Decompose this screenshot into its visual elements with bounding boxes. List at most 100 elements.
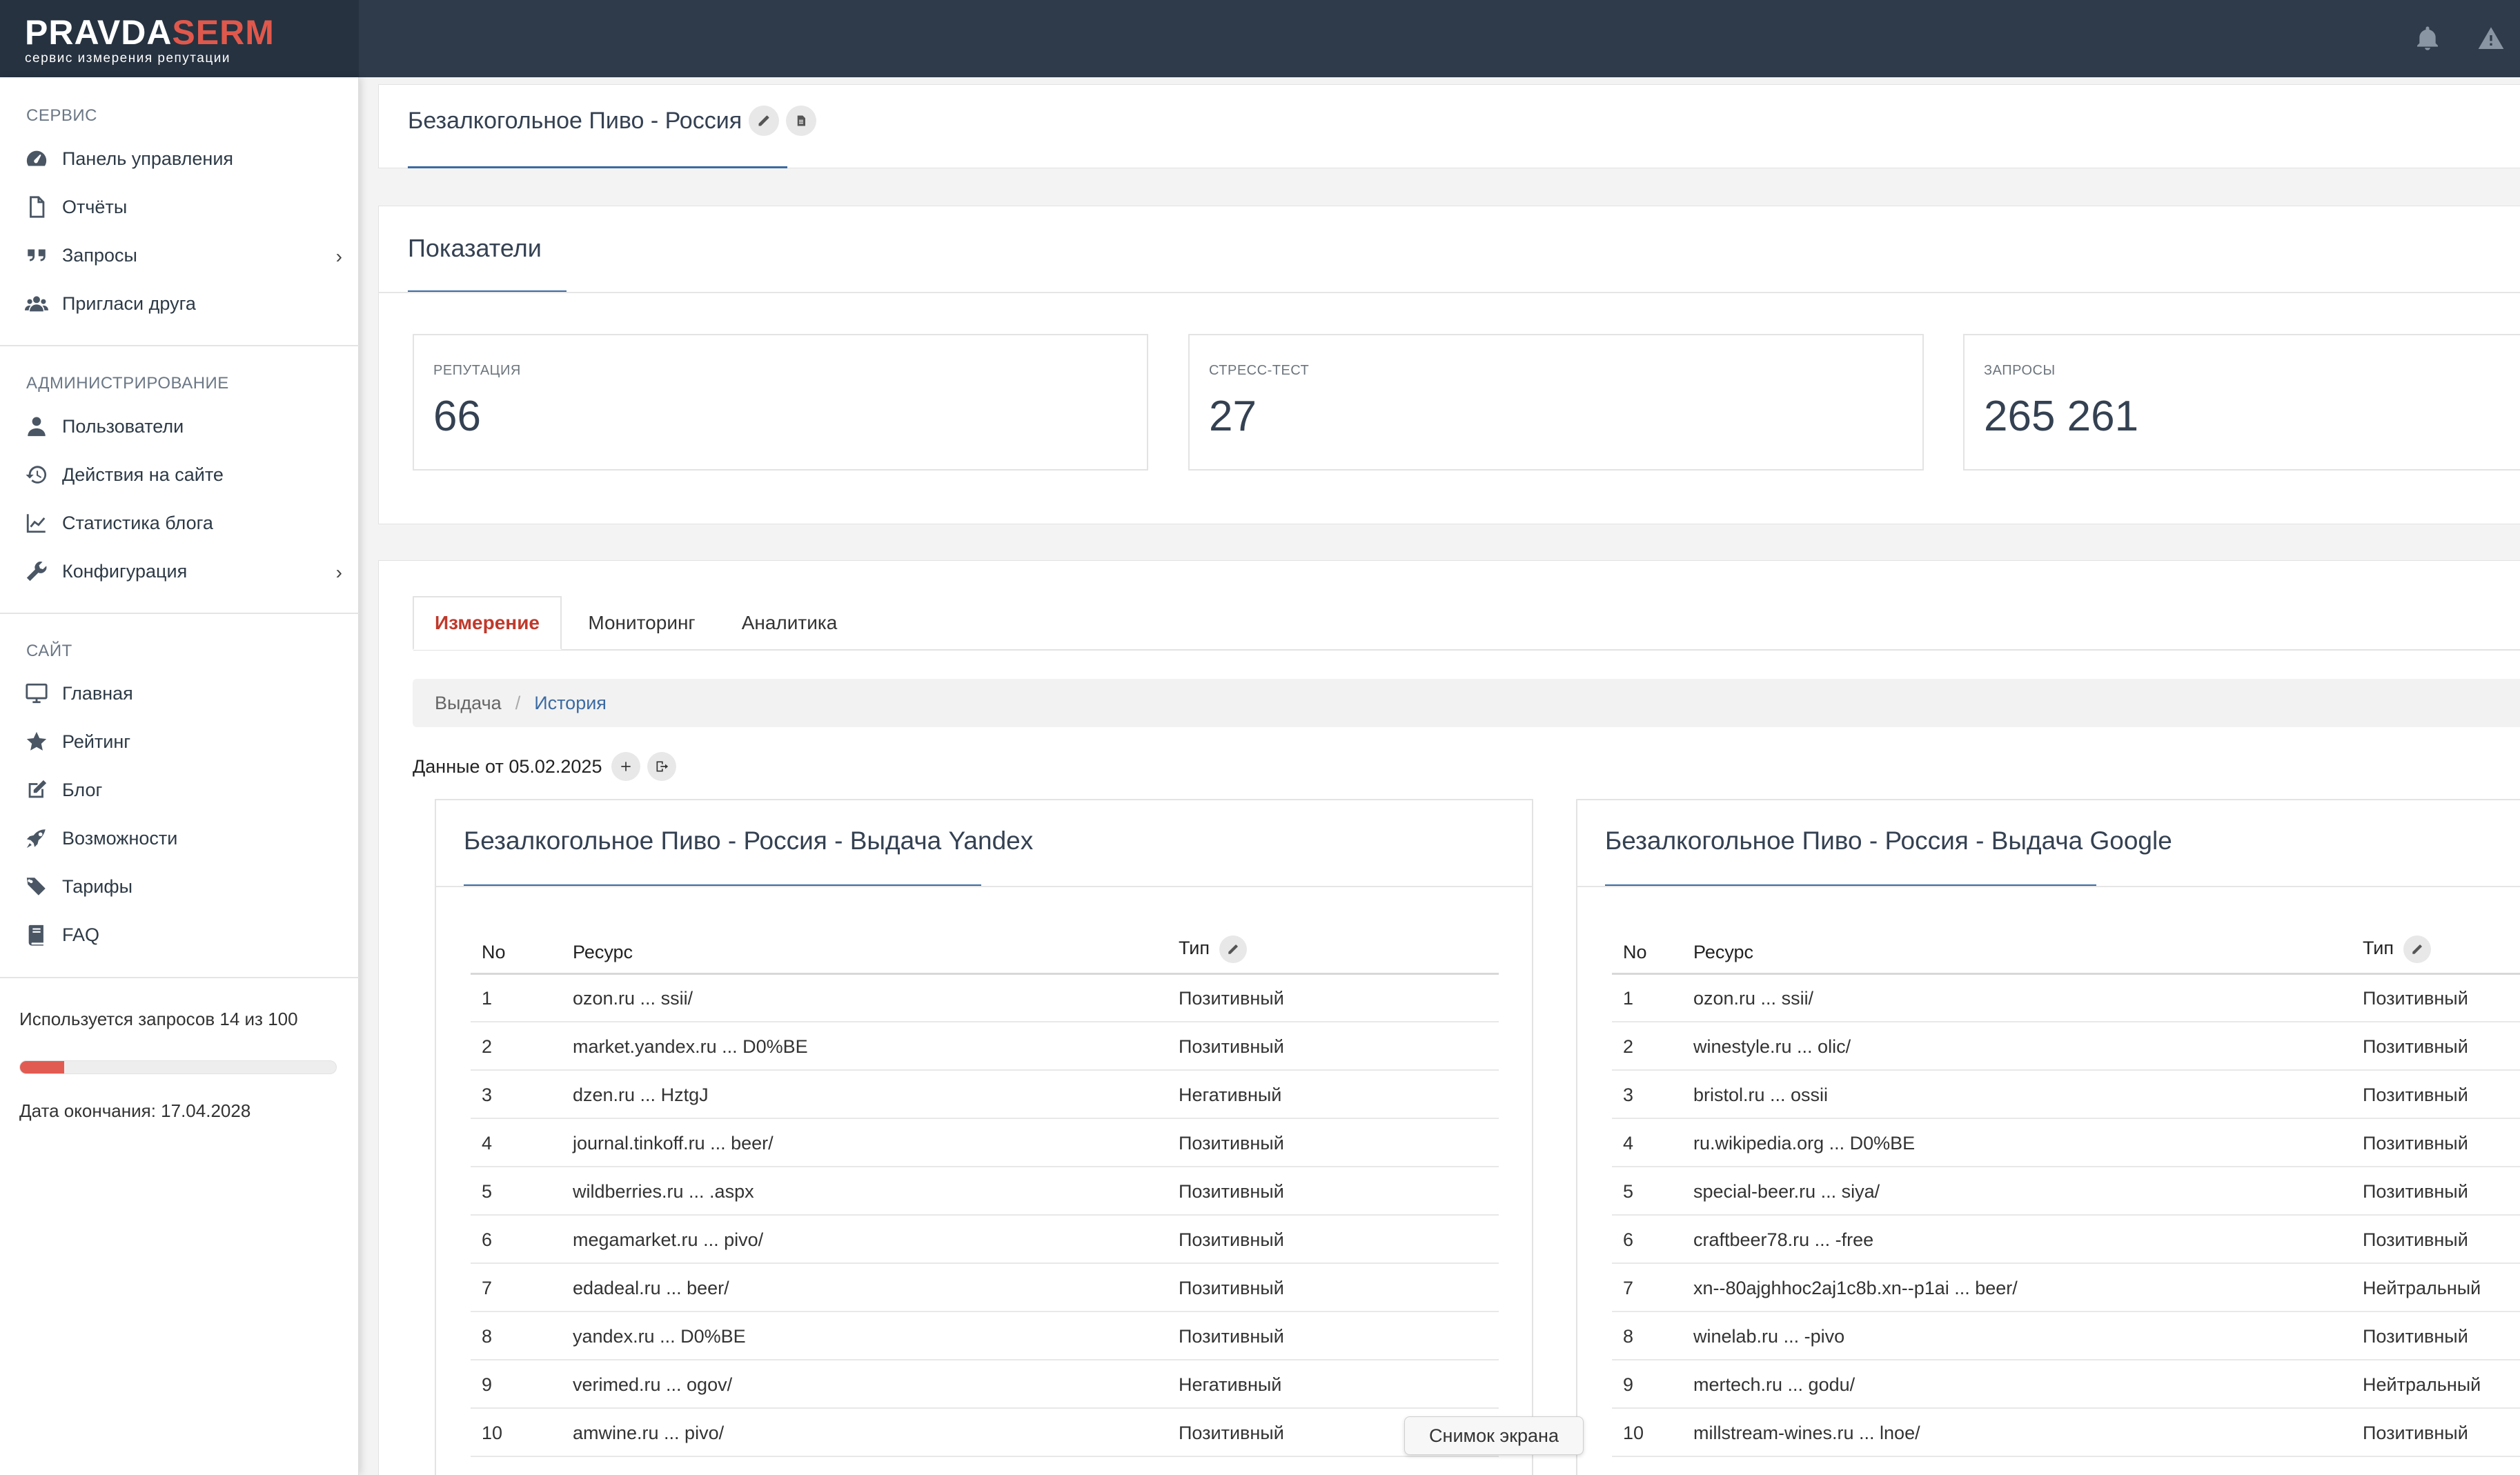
resource-link[interactable]: special-beer.ru ... siya/	[1693, 1167, 2363, 1216]
column-header-resource: Ресурс	[573, 928, 1179, 975]
sidebar-item-blog[interactable]: Блог	[25, 773, 342, 807]
sidebar-item-reports[interactable]: Отчёты	[25, 190, 342, 224]
rocket-icon	[26, 829, 46, 849]
sidebar-item-label: Статистика блога	[62, 512, 213, 533]
logo-subtitle: сервис измерения репутации	[25, 51, 230, 66]
resource-link[interactable]: wildberries.ru ... .aspx	[573, 1167, 1179, 1216]
sidebar-item-rating[interactable]: Рейтинг	[25, 724, 342, 759]
table-row: 9 verimed.ru ... ogov/Негативный	[471, 1360, 1499, 1409]
sidebar-item-users[interactable]: Пользователи	[25, 409, 342, 444]
stat-value: 27	[1209, 393, 1257, 440]
sidebar-item-dashboard[interactable]: Панель управления	[25, 141, 342, 176]
table-row: 2 market.yandex.ru ... D0%BE Позитивный	[471, 1022, 1499, 1071]
edit-type-button[interactable]	[1219, 935, 1247, 963]
screenshot-tooltip: Снимок экрана	[1404, 1416, 1584, 1455]
sentiment-type: Нейтральный	[2363, 1263, 2520, 1312]
resource-link[interactable]: edadeal.ru ... beer/	[573, 1263, 1179, 1312]
warning-icon[interactable]	[2477, 25, 2505, 52]
sidebar-item-queries[interactable]: Запросы ›	[25, 238, 342, 273]
bell-icon[interactable]	[2414, 25, 2441, 52]
desktop-icon	[26, 683, 48, 704]
resource-link[interactable]: craftbeer78.ru ... -free	[1693, 1215, 2363, 1264]
usage-progress-bar	[19, 1060, 337, 1074]
history-icon	[26, 466, 47, 484]
table-row: 5 wildberries.ru ... .aspx Позитивный	[471, 1167, 1499, 1216]
indicators-title: Показатели	[408, 234, 542, 262]
stat-value: 66	[433, 393, 481, 440]
sidebar-item-features[interactable]: Возможности	[25, 821, 342, 855]
row-number: 5	[471, 1167, 573, 1216]
breadcrumb-item-history[interactable]: История	[534, 693, 607, 714]
sentiment-type: Позитивный	[1179, 1118, 1499, 1167]
export-button[interactable]	[647, 752, 677, 781]
dashboard-icon	[26, 150, 47, 166]
sidebar-item-site-actions[interactable]: Действия на сайте	[25, 457, 342, 492]
edit-type-button[interactable]	[2403, 935, 2431, 963]
add-button[interactable]	[611, 752, 641, 781]
pencil-icon	[1228, 944, 1238, 954]
table-row: 6 craftbeer78.ru ... -free Позитивный	[1612, 1215, 2520, 1264]
resource-link[interactable]: ru.wikipedia.org ... D0%BE	[1693, 1118, 2363, 1167]
table-row: 5 special-beer.ru ... siya/Позитивный	[1612, 1167, 2520, 1216]
sentiment-type: Позитивный	[2363, 1215, 2520, 1264]
row-number: 8	[1612, 1311, 1693, 1360]
panel-divider	[1577, 886, 2520, 887]
sidebar-item-label: Блог	[62, 779, 103, 800]
sentiment-type: Позитивный	[2363, 1118, 2520, 1167]
sidebar-item-label: Возможности	[62, 827, 178, 849]
sentiment-type: Позитивный	[2363, 1408, 2520, 1457]
data-from-row: Данные от 05.02.2025	[413, 752, 677, 781]
logo[interactable]: PRAVDASERM сервис измерения репутации	[0, 0, 359, 77]
sidebar-item-faq[interactable]: FAQ	[25, 918, 342, 952]
resource-link[interactable]: yandex.ru ... D0%BE	[573, 1311, 1179, 1360]
column-header-type: Тип	[1179, 928, 1499, 975]
resource-link[interactable]: journal.tinkoff.ru ... beer/	[573, 1118, 1179, 1167]
pencil-icon	[2412, 944, 2422, 954]
table-row: 2 winestyle.ru ... olic/Позитивный	[1612, 1022, 2520, 1071]
star-icon	[26, 731, 47, 751]
row-number: 9	[1612, 1360, 1693, 1409]
sidebar-item-home[interactable]: Главная	[25, 676, 342, 711]
project-document-button[interactable]	[786, 106, 817, 136]
resource-link[interactable]: winelab.ru ... -pivo	[1693, 1311, 2363, 1360]
resource-link[interactable]: amwine.ru ... pivo/	[573, 1408, 1179, 1457]
resource-link[interactable]: millstream-wines.ru ... lnoe/	[1693, 1408, 2363, 1457]
resource-link[interactable]: xn--80ajghhoc2aj1c8b.xn--p1ai ... beer/	[1693, 1263, 2363, 1312]
sidebar-divider	[0, 345, 359, 346]
top-navbar: PRAVDASERM сервис измерения репутации	[0, 0, 2520, 77]
row-number: 3	[471, 1070, 573, 1119]
tab-measurement[interactable]: Измерение	[413, 596, 562, 650]
resource-link[interactable]: megamarket.ru ... pivo/	[573, 1215, 1179, 1264]
resource-link[interactable]: ozon.ru ... ssii/	[573, 973, 1179, 1022]
tab-monitoring[interactable]: Мониторинг	[575, 596, 708, 650]
user-icon	[28, 417, 46, 437]
resource-link[interactable]: dzen.ru ... HztgJ	[573, 1070, 1179, 1119]
tab-analytics[interactable]: Аналитика	[731, 596, 847, 650]
google-results-panel: Безалкогольное Пиво - Россия - Выдача Go…	[1576, 799, 2520, 1475]
resource-link[interactable]: mertech.ru ... godu/	[1693, 1360, 2363, 1409]
resource-link[interactable]: market.yandex.ru ... D0%BE	[573, 1022, 1179, 1071]
google-panel-title: Безалкогольное Пиво - Россия - Выдача Go…	[1605, 826, 2172, 855]
resource-link[interactable]: verimed.ru ... ogov/	[573, 1360, 1179, 1409]
edit-project-button[interactable]	[749, 106, 780, 136]
resource-link[interactable]: winestyle.ru ... olic/	[1693, 1022, 2363, 1071]
resource-link[interactable]: bristol.ru ... ossii	[1693, 1070, 2363, 1119]
end-date-text: Дата окончания: 17.04.2028	[19, 1100, 251, 1121]
sidebar-item-pricing[interactable]: Тарифы	[25, 869, 342, 904]
column-header-type-label: Тип	[1179, 937, 1210, 958]
table-row: 7 xn--80ajghhoc2aj1c8b.xn--p1ai ... beer/…	[1612, 1263, 2520, 1312]
table-row: 6 megamarket.ru ... pivo/Позитивный	[471, 1215, 1499, 1264]
column-header-type-label: Тип	[2363, 937, 2394, 958]
table-row: 10 amwine.ru ... pivo/Позитивный	[471, 1408, 1499, 1457]
resource-link[interactable]: ozon.ru ... ssii/	[1693, 973, 2363, 1022]
sidebar-item-invite[interactable]: Пригласи друга	[25, 286, 342, 321]
row-number: 8	[471, 1311, 573, 1360]
sentiment-type: Позитивный	[1179, 1263, 1499, 1312]
sidebar-item-label: Пользователи	[62, 415, 184, 437]
table-row: 8 yandex.ru ... D0%BE Позитивный	[471, 1311, 1499, 1360]
breadcrumb-item-output[interactable]: Выдача	[435, 693, 502, 714]
sidebar-item-configuration[interactable]: Конфигурация ›	[25, 554, 342, 588]
sidebar-item-label: Конфигурация	[62, 560, 188, 582]
sidebar-item-blog-stats[interactable]: Статистика блога	[25, 506, 342, 540]
row-number: 6	[1612, 1215, 1693, 1264]
